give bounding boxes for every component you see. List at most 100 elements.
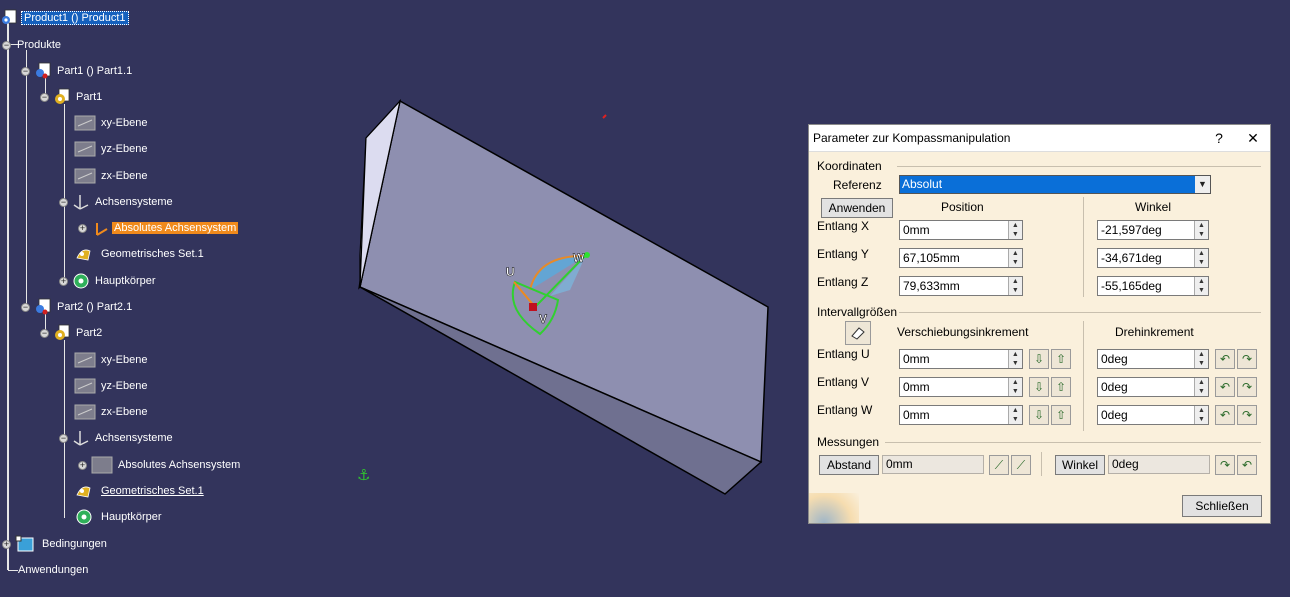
help-icon[interactable]: ? bbox=[1202, 130, 1236, 146]
spinner-icon[interactable]: ▲ ▼ bbox=[1193, 221, 1208, 239]
angle-z-field[interactable]: ▲▼ bbox=[1097, 276, 1209, 296]
tree-node-part2[interactable]: − Part2 bbox=[40, 323, 104, 343]
tree-node-p2-abs-axis[interactable]: + Absolutes Achsensystem bbox=[78, 455, 242, 475]
compass-w-handle[interactable] bbox=[584, 252, 590, 258]
tree-node-p1-xy[interactable]: xy-Ebene bbox=[74, 113, 149, 133]
angle-y-input[interactable] bbox=[1098, 249, 1194, 267]
spinner-icon[interactable]: ▲ ▼ bbox=[1193, 277, 1208, 295]
spinner-icon[interactable]: ▲ ▼ bbox=[1007, 221, 1022, 239]
collapse-icon[interactable]: − bbox=[40, 92, 49, 102]
dropdown-arrow-icon[interactable]: ▼ bbox=[1195, 176, 1210, 193]
3d-scene[interactable]: U V W ⚓ bbox=[330, 0, 810, 594]
tree-node-p1-yz[interactable]: yz-Ebene bbox=[74, 139, 149, 159]
shift-w-input[interactable] bbox=[900, 406, 1008, 424]
position-y-input[interactable] bbox=[900, 249, 1008, 267]
tree-label-p2-body[interactable]: Hauptkörper bbox=[99, 511, 164, 523]
collapse-icon[interactable]: − bbox=[2, 40, 11, 50]
anchor-icon[interactable]: ⚓ bbox=[357, 466, 370, 484]
position-x-field[interactable]: ▲▼ bbox=[899, 220, 1023, 240]
angle-x-input[interactable] bbox=[1098, 221, 1194, 239]
rot-w-input[interactable] bbox=[1098, 406, 1194, 424]
tree-label-part1[interactable]: Part1 bbox=[74, 91, 104, 103]
abstand-button[interactable]: Abstand bbox=[819, 455, 879, 475]
tree-label-p1-zx[interactable]: zx-Ebene bbox=[99, 170, 149, 182]
tree-label-p2-zx[interactable]: zx-Ebene bbox=[99, 406, 149, 418]
tree-node-p2-zx[interactable]: zx-Ebene bbox=[74, 402, 149, 422]
collapse-icon[interactable]: − bbox=[59, 433, 68, 443]
eraser-icon[interactable] bbox=[845, 321, 871, 345]
rot-u-field[interactable]: ▲▼ bbox=[1097, 349, 1209, 369]
shift-u-input[interactable] bbox=[900, 350, 1008, 368]
referenz-select[interactable]: Absolut ▼ bbox=[899, 175, 1211, 194]
tree-node-p1-body[interactable]: + Hauptkörper bbox=[59, 271, 158, 291]
angle-pick2-icon[interactable]: ↶ bbox=[1237, 455, 1257, 475]
tree-label-p1-xy[interactable]: xy-Ebene bbox=[99, 117, 149, 129]
measure-pick-icon[interactable]: ⟋ bbox=[989, 455, 1009, 475]
angle-x-field[interactable]: ▲▼ bbox=[1097, 220, 1209, 240]
shift-v-plus-icon[interactable]: ⇧ bbox=[1051, 377, 1071, 397]
spinner-icon[interactable]: ▲ ▼ bbox=[1193, 378, 1208, 396]
tree-node-p2-xy[interactable]: xy-Ebene bbox=[74, 350, 149, 370]
rot-u-cw-icon[interactable]: ↷ bbox=[1237, 349, 1257, 369]
tree-label-p2-abs-axis[interactable]: Absolutes Achsensystem bbox=[116, 459, 242, 471]
shift-v-field[interactable]: ▲▼ bbox=[899, 377, 1023, 397]
spinner-icon[interactable]: ▲ ▼ bbox=[1007, 378, 1022, 396]
tree-label-p1-body[interactable]: Hauptkörper bbox=[93, 275, 158, 287]
tree-label-p2-axes[interactable]: Achsensysteme bbox=[93, 432, 175, 444]
tree-node-applications[interactable]: Anwendungen bbox=[16, 560, 90, 580]
tree-node-part1-instance[interactable]: − Part1 () Part1.1 bbox=[21, 61, 134, 81]
tree-label-constraints[interactable]: Bedingungen bbox=[40, 538, 109, 550]
tree-label-part2[interactable]: Part2 bbox=[74, 327, 104, 339]
shift-w-minus-icon[interactable]: ⇩ bbox=[1029, 405, 1049, 425]
3d-viewport[interactable]: U V W ⚓ bbox=[330, 0, 810, 594]
measure-pick2-icon[interactable]: ⟋ bbox=[1011, 455, 1031, 475]
close-icon[interactable]: ✕ bbox=[1236, 130, 1270, 147]
angle-pick-icon[interactable]: ↷ bbox=[1215, 455, 1235, 475]
rot-v-cw-icon[interactable]: ↷ bbox=[1237, 377, 1257, 397]
position-y-field[interactable]: ▲▼ bbox=[899, 248, 1023, 268]
tree-node-p2-axes[interactable]: − Achsensysteme bbox=[59, 428, 175, 448]
shift-v-minus-icon[interactable]: ⇩ bbox=[1029, 377, 1049, 397]
tree-label-part2-instance[interactable]: Part2 () Part2.1 bbox=[55, 301, 134, 313]
tree-label-applications[interactable]: Anwendungen bbox=[16, 564, 90, 576]
tree-label-p1-axes[interactable]: Achsensysteme bbox=[93, 196, 175, 208]
tree-label-p1-abs-axis[interactable]: Absolutes Achsensystem bbox=[112, 222, 239, 234]
tree-node-p1-abs-axis[interactable]: + Absolutes Achsensystem bbox=[78, 218, 239, 238]
tree-node-p1-geo[interactable]: Geometrisches Set.1 bbox=[74, 244, 206, 264]
collapse-icon[interactable]: − bbox=[21, 302, 30, 312]
spinner-icon[interactable]: ▲ ▼ bbox=[1007, 350, 1022, 368]
rot-v-input[interactable] bbox=[1098, 378, 1194, 396]
rot-v-field[interactable]: ▲▼ bbox=[1097, 377, 1209, 397]
schliessen-button[interactable]: Schließen bbox=[1182, 495, 1262, 517]
tree-node-root[interactable]: Product1 () Product1 bbox=[0, 8, 129, 28]
tree-node-p1-axes[interactable]: − Achsensysteme bbox=[59, 192, 175, 212]
tree-label-p1-geo[interactable]: Geometrisches Set.1 bbox=[99, 248, 206, 260]
tree-node-p2-yz[interactable]: yz-Ebene bbox=[74, 376, 149, 396]
rot-v-ccw-icon[interactable]: ↶ bbox=[1215, 377, 1235, 397]
spinner-icon[interactable]: ▲ ▼ bbox=[1007, 249, 1022, 267]
position-x-input[interactable] bbox=[900, 221, 1008, 239]
position-z-field[interactable]: ▲▼ bbox=[899, 276, 1023, 296]
tree-node-p2-body[interactable]: Hauptkörper bbox=[74, 507, 164, 527]
tree-node-p2-geo[interactable]: Geometrisches Set.1 bbox=[74, 481, 206, 501]
spinner-icon[interactable]: ▲ ▼ bbox=[1193, 350, 1208, 368]
collapse-icon[interactable]: − bbox=[40, 328, 49, 338]
rot-w-cw-icon[interactable]: ↷ bbox=[1237, 405, 1257, 425]
tree-node-constraints[interactable]: + Bedingungen bbox=[2, 534, 109, 554]
angle-y-field[interactable]: ▲▼ bbox=[1097, 248, 1209, 268]
expand-icon[interactable]: + bbox=[59, 276, 68, 286]
winkel-button[interactable]: Winkel bbox=[1055, 455, 1105, 475]
spinner-icon[interactable]: ▲ ▼ bbox=[1193, 406, 1208, 424]
tree-label-p2-xy[interactable]: xy-Ebene bbox=[99, 354, 149, 366]
rot-w-ccw-icon[interactable]: ↶ bbox=[1215, 405, 1235, 425]
expand-icon[interactable]: + bbox=[78, 223, 87, 233]
tree-node-part1[interactable]: − Part1 bbox=[40, 87, 104, 107]
shift-w-plus-icon[interactable]: ⇧ bbox=[1051, 405, 1071, 425]
tree-label-p1-yz[interactable]: yz-Ebene bbox=[99, 143, 149, 155]
tree-label-part1-instance[interactable]: Part1 () Part1.1 bbox=[55, 65, 134, 77]
shift-u-minus-icon[interactable]: ⇩ bbox=[1029, 349, 1049, 369]
tree-label-root[interactable]: Product1 () Product1 bbox=[21, 11, 129, 25]
shift-u-plus-icon[interactable]: ⇧ bbox=[1051, 349, 1071, 369]
position-z-input[interactable] bbox=[900, 277, 1008, 295]
anwenden-button[interactable]: Anwenden bbox=[821, 198, 893, 218]
